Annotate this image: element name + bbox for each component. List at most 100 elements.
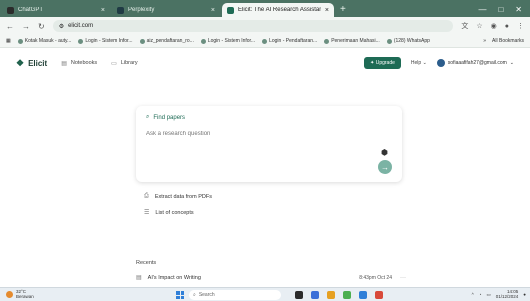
store-icon[interactable] bbox=[343, 291, 351, 299]
bookmark-icon bbox=[200, 38, 206, 44]
account-menu[interactable]: sofiaaafifah27@gmail.com ⌄ bbox=[436, 59, 514, 67]
close-tab-icon[interactable]: × bbox=[101, 7, 105, 14]
site-info-icon[interactable]: ⚙ bbox=[59, 23, 64, 30]
tab-elicit[interactable]: Elicit: The AI Research Assistant × bbox=[222, 3, 334, 17]
notification-icon[interactable]: ● bbox=[523, 292, 526, 297]
nav-notebooks[interactable]: ▤ Notebooks bbox=[61, 60, 97, 67]
extensions-icon[interactable]: ◉ bbox=[491, 22, 497, 30]
pinned-apps bbox=[295, 291, 383, 299]
search-icon: ⌕ bbox=[146, 114, 150, 120]
account-email: sofiaaafifah27@gmail.com bbox=[447, 60, 507, 66]
option-list-concepts[interactable]: ☰ List of concepts bbox=[144, 209, 194, 217]
maximize-button[interactable]: □ bbox=[498, 5, 503, 14]
recents-heading: Recents bbox=[136, 260, 157, 266]
find-papers-label: Find papers bbox=[153, 114, 186, 121]
bookmark-item[interactable]: Kotak Masuk - auty... bbox=[17, 38, 71, 44]
bookmark-icon bbox=[78, 38, 84, 44]
windows-taskbar: 32°C Berawan ⌕ Search ^ ◔ ▭ 14:05 01/12/… bbox=[0, 287, 530, 301]
file-explorer-icon[interactable] bbox=[327, 291, 335, 299]
bookmark-item[interactable]: Login - Sistem Infor... bbox=[78, 38, 133, 44]
address-bar[interactable]: ⚙ elicit.com bbox=[52, 20, 454, 32]
toolbar-actions: 文 ☆ ◉ ● ⋮ bbox=[461, 21, 524, 31]
browser-toolbar: ← → ↻ ⚙ elicit.com 文 ☆ ◉ ● ⋮ bbox=[0, 17, 530, 35]
tray-chevron-icon[interactable]: ^ bbox=[472, 292, 474, 297]
apps-icon[interactable]: ▦ bbox=[6, 38, 11, 44]
bookmark-icon bbox=[324, 38, 330, 44]
option-label: Extract data from PDFs bbox=[154, 193, 212, 200]
edge-icon[interactable] bbox=[359, 291, 367, 299]
perplexity-favicon-icon bbox=[117, 6, 124, 14]
translate-icon[interactable]: 文 bbox=[461, 21, 468, 31]
new-tab-button[interactable]: + bbox=[340, 4, 346, 15]
bookmark-star-icon[interactable]: ☆ bbox=[476, 22, 482, 30]
widgets-icon[interactable] bbox=[311, 291, 319, 299]
bookmark-item[interactable]: Penerimaan Mahasi... bbox=[324, 38, 380, 44]
settings-icon[interactable]: ⬢ bbox=[381, 148, 388, 157]
back-icon[interactable]: ← bbox=[6, 22, 14, 31]
upgrade-button[interactable]: ✦ Upgrade bbox=[364, 57, 401, 69]
menu-icon[interactable]: ⋮ bbox=[517, 22, 524, 30]
bookmarks-bar: ▦ Kotak Masuk - auty... Login - Sistem I… bbox=[0, 35, 530, 48]
notebook-icon: ▤ bbox=[61, 60, 67, 67]
task-view-icon[interactable] bbox=[295, 291, 303, 299]
weather-widget[interactable]: 32°C Berawan bbox=[6, 289, 34, 300]
forward-icon[interactable]: → bbox=[22, 22, 30, 31]
reload-icon[interactable]: ↻ bbox=[38, 22, 45, 31]
elicit-logo[interactable]: ❖ Elicit bbox=[16, 58, 47, 69]
library-icon: ▭ bbox=[111, 60, 117, 67]
close-tab-icon[interactable]: × bbox=[211, 7, 215, 14]
chevron-down-icon: ⌄ bbox=[509, 60, 514, 66]
help-menu[interactable]: Help ⌄ bbox=[411, 60, 427, 66]
bookmark-item[interactable]: (128) WhatsApp bbox=[386, 38, 430, 44]
search-icon: ⌕ bbox=[193, 292, 196, 298]
bookmark-icon bbox=[17, 38, 23, 44]
document-icon: ▤ bbox=[136, 275, 142, 281]
bookmark-item[interactable]: aiz_pendaftaran_ro... bbox=[139, 38, 194, 44]
tab-perplexity[interactable]: Perplexity × bbox=[112, 3, 220, 17]
nav-label: Library bbox=[120, 60, 138, 66]
bookmark-icon bbox=[262, 38, 268, 44]
more-bookmarks-icon[interactable]: » bbox=[483, 38, 486, 44]
all-bookmarks[interactable]: All Bookmarks bbox=[492, 38, 524, 44]
weather-desc: Berawan bbox=[16, 293, 34, 299]
elicit-logo-icon: ❖ bbox=[16, 57, 25, 68]
system-tray: ^ ◔ ▭ 14:05 01/12/2024 ● bbox=[472, 289, 526, 300]
extract-icon: ⎙ bbox=[144, 193, 149, 199]
start-button[interactable] bbox=[176, 291, 184, 299]
battery-icon[interactable]: ▭ bbox=[486, 292, 490, 298]
taskbar-search-label: Search bbox=[198, 292, 215, 298]
recent-item[interactable]: ▤ AI's Impact on Writing 8:43pm Oct 24 ·… bbox=[136, 274, 406, 282]
bookmark-icon bbox=[139, 38, 145, 44]
clock[interactable]: 14:05 01/12/2024 bbox=[495, 289, 519, 300]
minimize-button[interactable]: — bbox=[478, 5, 486, 14]
recent-timestamp: 8:43pm Oct 24 bbox=[359, 274, 392, 281]
find-papers-mode[interactable]: ⌕ Find papers bbox=[146, 114, 185, 121]
tab-title: Elicit: The AI Research Assistant bbox=[238, 7, 321, 13]
submit-arrow-button[interactable]: → bbox=[378, 160, 392, 174]
option-extract-data[interactable]: ⎙ Extract data from PDFs bbox=[144, 193, 212, 200]
close-tab-icon[interactable]: × bbox=[325, 7, 329, 14]
more-options-icon[interactable]: ··· bbox=[400, 275, 406, 281]
recent-title: AI's Impact on Writing bbox=[147, 274, 201, 281]
tab-chatgpt[interactable]: ChatGPT × bbox=[2, 3, 110, 17]
logo-text: Elicit bbox=[28, 58, 48, 68]
profile-icon[interactable]: ● bbox=[505, 23, 509, 30]
elicit-favicon-icon bbox=[227, 6, 234, 14]
list-icon: ☰ bbox=[144, 210, 150, 216]
taskbar-search[interactable]: ⌕ Search bbox=[189, 290, 281, 300]
option-label: List of concepts bbox=[155, 209, 194, 216]
bookmark-item[interactable]: Login - Pendaftaran... bbox=[262, 38, 317, 44]
nav-library[interactable]: ▭ Library bbox=[111, 60, 137, 67]
window-controls: — □ ✕ bbox=[478, 5, 530, 14]
weather-icon bbox=[6, 291, 13, 298]
research-question-input[interactable] bbox=[146, 131, 366, 137]
header-actions: ✦ Upgrade Help ⌄ sofiaaafifah27@gmail.co… bbox=[364, 57, 514, 69]
clock-date: 01/12/2024 bbox=[495, 293, 519, 299]
chrome-icon[interactable] bbox=[375, 291, 383, 299]
url-text: elicit.com bbox=[68, 23, 94, 29]
close-window-button[interactable]: ✕ bbox=[515, 5, 522, 14]
wifi-icon[interactable]: ◔ bbox=[479, 292, 482, 297]
bookmarks-right: » All Bookmarks bbox=[483, 38, 524, 44]
bookmark-item[interactable]: Login - Sistem Infor... bbox=[200, 38, 255, 44]
browser-tab-bar: ChatGPT × Perplexity × Elicit: The AI Re… bbox=[0, 0, 530, 17]
